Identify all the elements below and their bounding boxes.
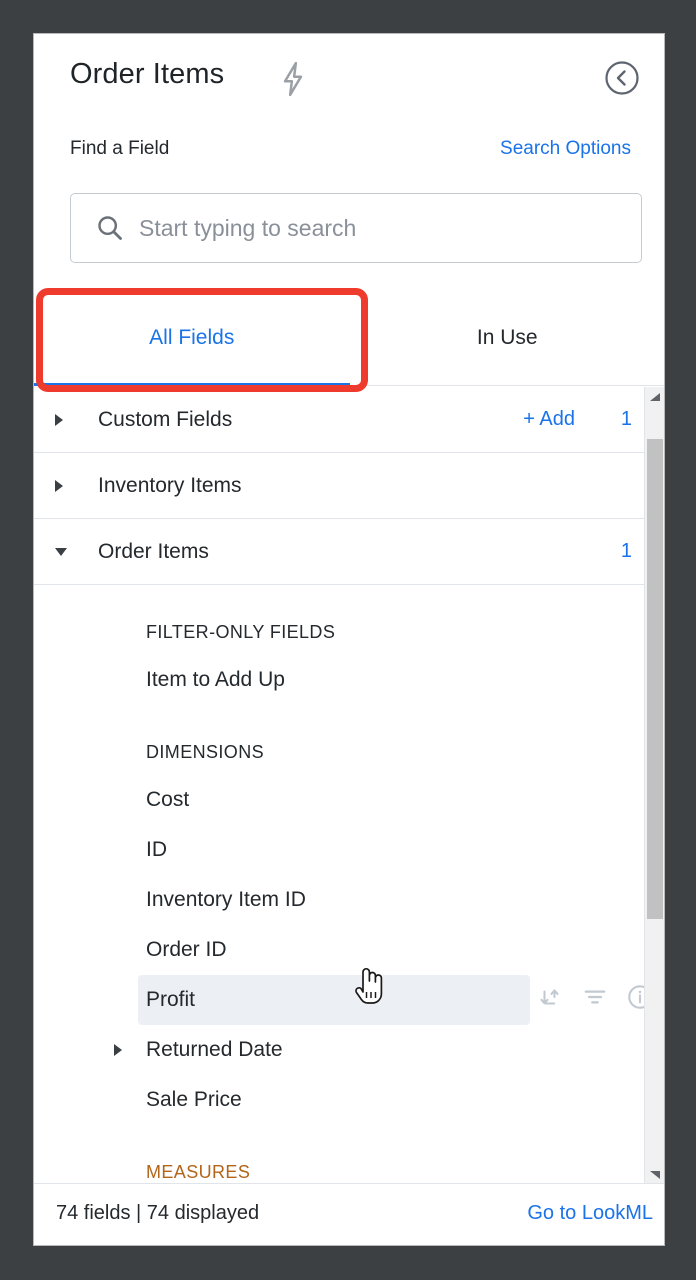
group-count-badge[interactable]: 1 (621, 540, 632, 563)
search-icon (96, 214, 124, 247)
filter-icon[interactable] (582, 984, 608, 1016)
section-title-dimensions: DIMENSIONS (146, 742, 265, 762)
field-item-to-add-up[interactable]: Item to Add Up (34, 655, 664, 705)
go-to-lookml-link[interactable]: Go to LookML (527, 1202, 653, 1225)
section-title-filter-only-fields: FILTER-ONLY FIELDS (146, 622, 336, 642)
group-row-order-items[interactable]: Order Items 1 (34, 519, 664, 585)
field-label: Order ID (146, 938, 227, 961)
field-label: Profit (146, 988, 196, 1011)
screen: Order Items Find a Field Search Options (0, 0, 696, 1280)
field-order-id[interactable]: Order ID (34, 925, 664, 975)
search-options-link[interactable]: Search Options (500, 138, 631, 160)
section-title-measures: MEASURES (146, 1162, 251, 1182)
field-label: Cost (146, 788, 190, 811)
scrollbar-thumb[interactable] (647, 439, 663, 919)
tab-in-use[interactable]: In Use (350, 290, 665, 385)
field-list: Custom Fields + Add 1 Inventory Items Or… (34, 387, 664, 1185)
group-row-inventory-items[interactable]: Inventory Items (34, 453, 664, 519)
field-label: Item to Add Up (146, 668, 285, 691)
field-cost[interactable]: Cost (34, 775, 664, 825)
lightning-bolt-icon (279, 61, 307, 101)
field-inventory-item-id[interactable]: Inventory Item ID (34, 875, 664, 925)
field-label: Inventory Item ID (146, 888, 306, 911)
field-label: Sale Price (146, 1088, 242, 1111)
field-picker-tabs: All Fields In Use (34, 290, 665, 386)
search-field-container[interactable] (70, 193, 642, 263)
field-profit[interactable]: Profit (138, 975, 652, 1025)
field-label: ID (146, 838, 167, 861)
group-label: Inventory Items (98, 473, 242, 497)
group-count-badge[interactable]: 1 (621, 408, 632, 431)
field-id[interactable]: ID (34, 825, 664, 875)
collapse-panel-button[interactable] (604, 60, 640, 96)
triangle-up-icon[interactable] (645, 387, 664, 407)
field-picker-panel: Order Items Find a Field Search Options (33, 33, 665, 1246)
group-label: Order Items (98, 539, 209, 563)
page-title: Order Items (70, 58, 225, 90)
search-input[interactable] (139, 194, 634, 262)
list-scrollbar[interactable] (644, 387, 664, 1185)
find-a-field-label: Find a Field (70, 138, 170, 159)
pivot-icon[interactable] (538, 984, 564, 1016)
find-a-field-row: Find a Field Search Options (34, 138, 664, 180)
panel-header: Order Items (34, 34, 664, 122)
field-count-status: 74 fields | 74 displayed (56, 1202, 260, 1224)
field-label: Returned Date (146, 1038, 283, 1061)
triangle-down-icon[interactable] (645, 1165, 664, 1185)
chevron-right-icon[interactable] (114, 1044, 122, 1056)
field-sale-price[interactable]: Sale Price (34, 1075, 664, 1125)
add-custom-field-button[interactable]: + Add (523, 408, 575, 431)
chevron-right-icon[interactable] (55, 479, 63, 492)
chevron-down-icon[interactable] (55, 547, 67, 556)
group-label: Custom Fields (98, 407, 233, 431)
group-row-custom-fields[interactable]: Custom Fields + Add 1 (34, 387, 664, 453)
panel-footer: 74 fields | 74 displayed Go to LookML (34, 1183, 664, 1245)
field-returned-date[interactable]: Returned Date (34, 1025, 664, 1075)
tab-all-fields[interactable]: All Fields (34, 290, 350, 386)
chevron-right-icon[interactable] (55, 413, 63, 426)
